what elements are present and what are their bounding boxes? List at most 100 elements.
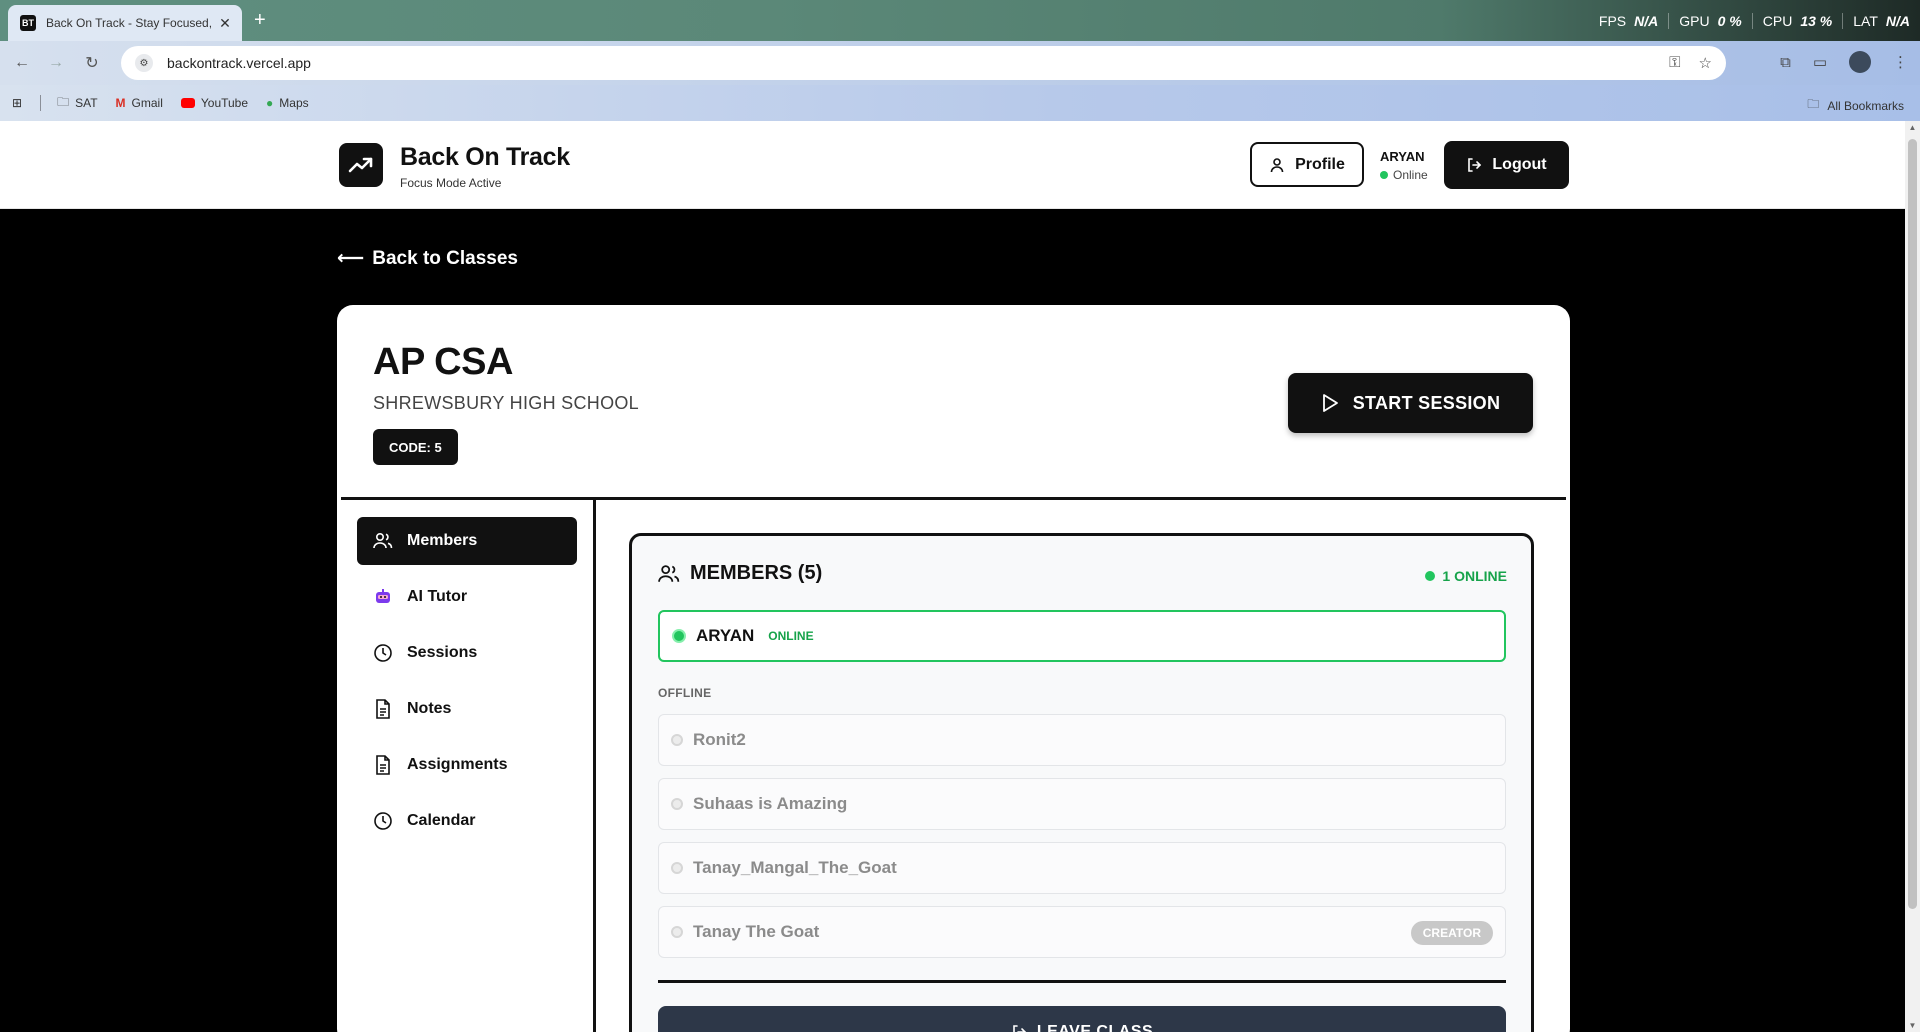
close-tab-icon[interactable]: ✕: [216, 15, 234, 32]
sidebar-item-label: Calendar: [407, 812, 476, 829]
user-icon: [1270, 157, 1284, 172]
reload-icon[interactable]: ↻: [80, 51, 104, 75]
sidebar-item-assignments[interactable]: Assignments: [357, 741, 577, 789]
member-name: Ronit2: [693, 730, 746, 749]
member-row-online[interactable]: ARYAN ONLINE: [658, 610, 1506, 662]
site-favicon-icon: BT: [20, 15, 36, 31]
class-school: SHREWSBURY HIGH SCHOOL: [373, 393, 639, 413]
offline-status-dot-icon: [671, 798, 683, 810]
member-name: Suhaas is Amazing: [693, 794, 848, 813]
members-panel: MEMBERS (5) 1 ONLINE ARYAN ONLINE OFFLIN…: [629, 533, 1534, 1032]
all-bookmarks[interactable]: 🗀 All Bookmarks: [1807, 95, 1904, 116]
perf-value: N/A: [1634, 12, 1659, 29]
member-name: Tanay_Mangal_The_Goat: [693, 858, 897, 877]
url-text[interactable]: backontrack.vercel.app: [167, 55, 1669, 71]
bookmark-sat[interactable]: 🗀 SAT: [57, 93, 97, 114]
class-title: AP CSA: [373, 341, 513, 383]
class-sidebar: Members AI Tutor Sessions Notes Assignme…: [357, 517, 577, 853]
sidebar-item-label: AI Tutor: [407, 588, 468, 605]
offline-status-dot-icon: [671, 926, 683, 938]
tab-search-icon[interactable]: ▭: [1813, 53, 1827, 71]
bookmark-label: Gmail: [131, 96, 163, 110]
sidebar-item-members[interactable]: Members: [357, 517, 577, 565]
document-icon: [373, 755, 393, 775]
bookmark-separator: [40, 95, 42, 111]
perf-fps: FPS N/A: [1589, 13, 1668, 29]
back-to-classes-link[interactable]: ⟵ Back to Classes: [337, 247, 518, 270]
address-bar[interactable]: ⚙ backontrack.vercel.app ⚿ ☆: [121, 46, 1726, 80]
bookmark-maps[interactable]: ● Maps: [266, 96, 309, 110]
class-card: AP CSA SHREWSBURY HIGH SCHOOL CODE: 5 ST…: [337, 305, 1570, 1032]
member-status: ONLINE: [768, 629, 814, 643]
site-info-icon[interactable]: ⚙: [135, 54, 153, 72]
sidebar-item-sessions[interactable]: Sessions: [357, 629, 577, 677]
folder-icon: 🗀: [57, 94, 70, 109]
start-session-label: START SESSION: [1352, 392, 1501, 413]
offline-status-dot-icon: [671, 734, 683, 746]
online-count: 1 ONLINE: [1425, 568, 1507, 584]
bookmark-label: YouTube: [200, 96, 249, 110]
maps-pin-icon: ●: [266, 96, 274, 110]
bookmark-label: SAT: [75, 96, 98, 110]
logout-icon: [1013, 1025, 1026, 1032]
bookmark-gmail[interactable]: M Gmail: [116, 96, 163, 110]
perf-label: FPS: [1598, 12, 1627, 29]
sidebar-item-notes[interactable]: Notes: [357, 685, 577, 733]
perf-label: CPU: [1762, 12, 1793, 29]
scroll-thumb[interactable]: [1908, 139, 1917, 909]
sidebar-item-label: Notes: [407, 700, 452, 717]
bookmark-youtube[interactable]: YouTube: [180, 96, 249, 110]
profile-button[interactable]: Profile: [1250, 142, 1364, 187]
profile-avatar-icon[interactable]: [1849, 51, 1871, 73]
class-code-badge[interactable]: CODE: 5: [373, 429, 458, 465]
brand[interactable]: Back On Track Focus Mode Active: [400, 143, 570, 190]
performance-overlay: FPS N/A GPU 0 % CPU 13 % LAT N/A: [1589, 0, 1920, 41]
online-dot-icon: [1380, 171, 1388, 179]
member-row[interactable]: Suhaas is Amazing: [658, 778, 1506, 830]
member-row[interactable]: Tanay_Mangal_The_Goat: [658, 842, 1506, 894]
logout-icon: [1468, 158, 1482, 172]
clock-icon: [373, 811, 393, 831]
offline-section-label: OFFLINE: [658, 686, 712, 700]
document-icon: [373, 699, 393, 719]
sidebar-item-calendar[interactable]: Calendar: [357, 797, 577, 845]
offline-status-dot-icon: [671, 862, 683, 874]
apps-grid-icon[interactable]: ⊞: [12, 96, 22, 110]
browser-tab-bar: BT Back On Track - Stay Focused, S ✕ + F…: [0, 0, 1920, 41]
leave-class-button[interactable]: LEAVE CLASS: [658, 1006, 1506, 1032]
browser-tab[interactable]: BT Back On Track - Stay Focused, S ✕: [8, 5, 242, 41]
page-scrollbar[interactable]: ▲ ▼: [1905, 121, 1920, 1032]
logout-button[interactable]: Logout: [1444, 141, 1569, 189]
back-arrow-icon[interactable]: ←: [10, 51, 34, 75]
perf-value: N/A: [1885, 12, 1910, 29]
forward-arrow-icon[interactable]: →: [44, 51, 68, 75]
extensions-icon[interactable]: ⧉: [1780, 54, 1791, 71]
password-key-icon[interactable]: ⚿: [1669, 54, 1680, 72]
perf-cpu: CPU 13 %: [1751, 12, 1842, 29]
online-count-label: 1 ONLINE: [1442, 568, 1507, 584]
online-dot-icon: [1425, 571, 1436, 581]
menu-kebab-icon[interactable]: ⋮: [1893, 53, 1908, 71]
back-link-label: Back to Classes: [372, 247, 518, 269]
creator-badge: CREATOR: [1410, 921, 1493, 945]
user-name: ARYAN: [1380, 149, 1425, 164]
member-name: Tanay The Goat: [693, 922, 820, 941]
user-status-label: Online: [1393, 168, 1428, 182]
members-header: MEMBERS (5): [658, 562, 822, 585]
new-tab-icon[interactable]: +: [254, 9, 266, 32]
scroll-down-icon[interactable]: ▼: [1908, 1021, 1917, 1030]
trending-up-icon[interactable]: [339, 143, 383, 187]
member-row[interactable]: Ronit2: [658, 714, 1506, 766]
gmail-icon: M: [115, 96, 126, 110]
sidebar-item-ai-tutor[interactable]: AI Tutor: [357, 573, 577, 621]
bookmark-star-icon[interactable]: ☆: [1699, 54, 1712, 72]
brand-subtitle: Focus Mode Active: [400, 176, 502, 190]
arrow-left-icon: ⟵: [337, 248, 365, 269]
logout-label: Logout: [1492, 156, 1547, 173]
start-session-button[interactable]: START SESSION: [1288, 373, 1533, 433]
perf-gpu: GPU 0 %: [1668, 12, 1751, 29]
app-header: Back On Track Focus Mode Active Profile …: [0, 121, 1905, 209]
brand-title: Back On Track: [400, 143, 570, 171]
scroll-up-icon[interactable]: ▲: [1908, 123, 1917, 132]
member-row[interactable]: Tanay The Goat CREATOR: [658, 906, 1506, 958]
